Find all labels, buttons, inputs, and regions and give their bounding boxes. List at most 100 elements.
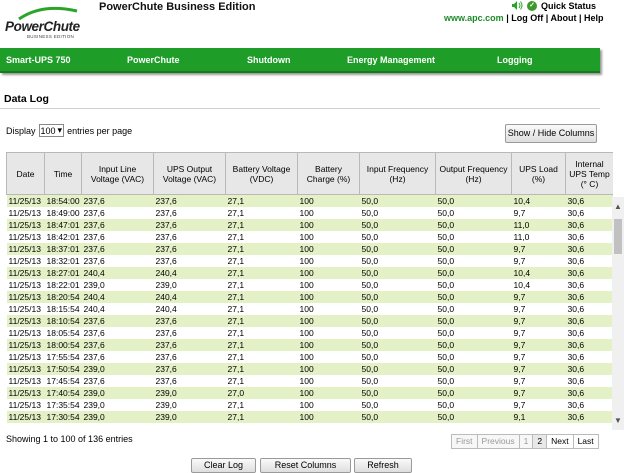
table-cell: 237,6 xyxy=(153,375,226,387)
reset-columns-button[interactable]: Reset Columns xyxy=(260,458,351,473)
table-cell: 240,4 xyxy=(153,267,226,279)
pager-page-2[interactable]: 2 xyxy=(532,434,548,449)
clear-log-button[interactable]: Clear Log xyxy=(191,458,256,473)
table-cell: 100 xyxy=(297,363,360,375)
table-cell: 100 xyxy=(297,291,360,303)
table-cell: 237,6 xyxy=(153,194,226,207)
column-header[interactable]: Output Frequency (Hz) xyxy=(435,152,512,195)
column-header[interactable]: Battery Voltage (VDC) xyxy=(225,152,298,195)
table-cell: 50,0 xyxy=(435,231,512,243)
log-off-link[interactable]: Log Off xyxy=(511,13,543,23)
help-link[interactable]: Help xyxy=(584,13,604,23)
table-cell: 50,0 xyxy=(359,231,436,243)
table-cell: 11/25/13 xyxy=(6,303,45,315)
table-cell: 239,0 xyxy=(81,363,154,375)
table-cell: 50,0 xyxy=(359,291,436,303)
table-cell: 100 xyxy=(297,267,360,279)
table-cell: 10,4 xyxy=(511,194,566,207)
table-cell: 50,0 xyxy=(359,219,436,231)
logo-text: PowerChute xyxy=(5,19,80,34)
table-cell: 100 xyxy=(297,243,360,255)
column-header[interactable]: UPS Output Voltage (VAC) xyxy=(153,152,226,195)
table-cell: 50,0 xyxy=(435,279,512,291)
refresh-button[interactable]: Refresh xyxy=(354,458,412,473)
table-cell: 11/25/13 xyxy=(6,315,45,327)
pager-first-button[interactable]: First xyxy=(451,434,478,449)
table-cell: 30,6 xyxy=(565,363,613,375)
table-cell: 30,6 xyxy=(565,243,613,255)
column-header[interactable]: Input Line Voltage (VAC) xyxy=(81,152,154,195)
table-cell: 30,6 xyxy=(565,219,613,231)
table-cell: 27,1 xyxy=(225,279,298,291)
status-ok-icon: ✓ xyxy=(527,0,537,11)
main-nav: Smart-UPS 750 PowerChute Shutdown Energy… xyxy=(0,48,600,73)
about-link[interactable]: About xyxy=(550,13,576,23)
nav-shutdown[interactable]: Shutdown xyxy=(247,55,291,65)
column-header[interactable]: Input Frequency (Hz) xyxy=(359,152,436,195)
table-cell: 239,0 xyxy=(81,411,154,423)
table-cell: 50,0 xyxy=(359,194,436,207)
table-cell: 50,0 xyxy=(435,267,512,279)
pager-next-button[interactable]: Next xyxy=(546,434,574,449)
table-cell: 30,6 xyxy=(565,315,613,327)
table-cell: 50,0 xyxy=(359,351,436,363)
table-cell: 100 xyxy=(297,255,360,267)
table-cell: 239,0 xyxy=(153,279,226,291)
table-cell: 237,6 xyxy=(153,219,226,231)
table-cell: 27,1 xyxy=(225,231,298,243)
table-cell: 11/25/13 xyxy=(6,194,45,207)
table-cell: 27,1 xyxy=(225,267,298,279)
table-cell: 50,0 xyxy=(435,219,512,231)
column-header[interactable]: Date xyxy=(6,152,45,195)
column-header[interactable]: Internal UPS Temp (° C) xyxy=(565,152,613,195)
apc-website-link[interactable]: www.apc.com xyxy=(444,13,504,23)
table-cell: 50,0 xyxy=(435,291,512,303)
quick-status[interactable]: ✓ Quick Status xyxy=(511,0,596,11)
table-cell: 9,7 xyxy=(511,351,566,363)
table-cell: 100 xyxy=(297,194,360,207)
pager-previous-button[interactable]: Previous xyxy=(476,434,520,449)
table-cell: 9,7 xyxy=(511,327,566,339)
table-cell: 50,0 xyxy=(359,387,436,399)
table-cell: 237,6 xyxy=(153,243,226,255)
table-cell: 100 xyxy=(297,327,360,339)
quick-status-label[interactable]: Quick Status xyxy=(541,1,596,11)
table-cell: 237,6 xyxy=(153,339,226,351)
pager-last-button[interactable]: Last xyxy=(572,434,599,449)
table-cell: 11/25/13 xyxy=(6,339,45,351)
column-header[interactable]: Time xyxy=(44,152,82,195)
table-cell: 240,4 xyxy=(81,291,154,303)
table-cell: 50,0 xyxy=(435,207,512,219)
pager-page-1[interactable]: 1 xyxy=(518,434,534,449)
nav-powerchute[interactable]: PowerChute xyxy=(127,55,180,65)
nav-logging[interactable]: Logging xyxy=(497,55,533,65)
table-cell: 27,1 xyxy=(225,327,298,339)
scroll-up-icon[interactable]: ▲ xyxy=(614,202,622,211)
table-cell: 50,0 xyxy=(359,399,436,411)
table-row: 11/25/13 18:15:54 240,4 240,4 27,1 100 50,0 50,… xyxy=(6,303,613,315)
scrollbar-thumb[interactable] xyxy=(614,219,622,254)
column-header[interactable]: Battery Charge (%) xyxy=(297,152,360,195)
table-cell: 100 xyxy=(297,339,360,351)
table-cell: 9,7 xyxy=(511,303,566,315)
nav-energy-management[interactable]: Energy Management xyxy=(347,55,435,65)
table-cell: 27,0 xyxy=(225,387,298,399)
table-cell: 237,6 xyxy=(153,207,226,219)
table-cell: 18:22:01 xyxy=(44,279,82,291)
table-cell: 27,1 xyxy=(225,219,298,231)
table-cell: 50,0 xyxy=(359,207,436,219)
table-cell: 237,6 xyxy=(81,207,154,219)
nav-smart-ups[interactable]: Smart-UPS 750 xyxy=(6,55,71,65)
speaker-icon[interactable] xyxy=(511,0,523,11)
entries-per-page-select[interactable]: 100 ▾ xyxy=(38,124,65,137)
table-cell: 27,1 xyxy=(225,375,298,387)
show-hide-columns-button[interactable]: Show / Hide Columns xyxy=(505,124,597,143)
table-row: 11/25/13 17:55:54 237,6 237,6 27,1 100 50,0 50,… xyxy=(6,351,613,363)
column-header[interactable]: UPS Load (%) xyxy=(511,152,566,195)
table-scrollbar[interactable]: ▲ ▼ xyxy=(612,197,624,430)
table-cell: 100 xyxy=(297,219,360,231)
table-cell: 239,0 xyxy=(153,411,226,423)
entries-info: Showing 1 to 100 of 136 entries xyxy=(6,434,133,444)
table-cell: 50,0 xyxy=(435,375,512,387)
scroll-down-icon[interactable]: ▼ xyxy=(614,416,622,425)
